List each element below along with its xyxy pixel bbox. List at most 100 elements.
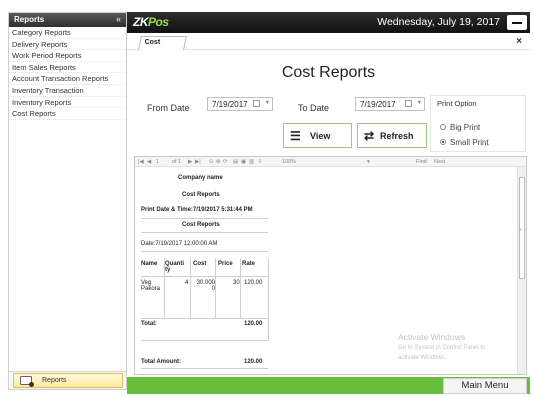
tab-strip: Cost × [127, 33, 530, 50]
prev-page-icon[interactable]: ◀ [147, 159, 151, 165]
table-border [141, 232, 268, 233]
sidebar-item-item-sales-reports[interactable]: Item Sales Reports [9, 62, 126, 74]
total-amount-label: Total Amount: [141, 359, 181, 365]
logo-pos: Pos [148, 15, 169, 29]
refresh-button[interactable]: ⇄ Refresh [357, 123, 427, 148]
table-row-border [141, 340, 268, 341]
big-print-label: Big Print [450, 123, 481, 132]
row-name: Veg Pakora [141, 280, 161, 292]
from-date-picker[interactable]: 7/19/2017 ▾ [207, 97, 273, 111]
next-link[interactable]: Next [434, 159, 445, 165]
watermark-line1: Activate Windows [398, 332, 466, 342]
next-page-icon[interactable]: ▶ [188, 159, 192, 165]
refresh-button-label: Refresh [380, 131, 414, 141]
page-title: Cost Reports [281, 64, 376, 81]
report-company-name: Company name [178, 175, 223, 181]
folder-user-icon [20, 376, 34, 387]
page-number-input[interactable]: 1 [156, 159, 159, 165]
scrollbar-grip-icon: ≡ [519, 227, 522, 233]
report-print-date: Print Date & Time:7/19/2017 5:31:44 PM [141, 207, 253, 213]
sidebar-title: Reports [14, 15, 45, 24]
first-page-icon[interactable]: |◀ [138, 159, 144, 165]
calendar-icon[interactable] [405, 100, 412, 107]
col-cost: Cost [193, 261, 207, 267]
last-page-icon[interactable]: ▶| [195, 159, 201, 165]
page-count: of 1 [172, 159, 182, 165]
total-amount-value: 120.00 [244, 359, 263, 365]
col-price: Price [218, 261, 233, 267]
view-button[interactable]: ☰ View [283, 123, 352, 148]
page-setup-icon[interactable]: ▥ [249, 159, 254, 165]
top-bar: ZKPos Wednesday, July 19, 2017 [127, 12, 530, 33]
row-quantity: 4 [185, 280, 189, 286]
logo-zk: ZK [133, 15, 149, 29]
table-column-border [164, 258, 165, 318]
from-date-label: From Date [147, 103, 190, 113]
app-logo: ZKPos [133, 15, 169, 29]
print-layout-icon[interactable]: ▣ [241, 159, 246, 165]
sidebar-item-delivery-reports[interactable]: Delivery Reports [9, 39, 126, 51]
radio-unchecked-icon [440, 123, 446, 130]
table-column-border [240, 258, 241, 318]
minimize-icon[interactable] [507, 15, 527, 30]
collapse-icon[interactable]: « [116, 14, 121, 24]
col-rate: Rate [242, 261, 256, 267]
total-value: 120.00 [244, 321, 263, 327]
close-icon[interactable]: × [516, 36, 522, 47]
table-row-border [141, 276, 268, 277]
to-date-label: To Date [298, 103, 330, 113]
zoom-select[interactable]: 100% [282, 159, 296, 165]
reports-button[interactable]: Reports [13, 373, 123, 388]
stop-icon[interactable]: ⊗ [216, 159, 221, 165]
total-label: Total: [141, 321, 157, 327]
back-icon[interactable]: ⊙ [209, 159, 214, 165]
table-column-border [190, 258, 191, 318]
reports-button-label: Reports [42, 377, 67, 384]
table-border [141, 218, 268, 219]
table-row-border [141, 318, 268, 319]
sidebar-footer: Reports [9, 371, 126, 389]
table-column-border [268, 258, 269, 340]
refresh-report-icon[interactable]: ⟳ [223, 159, 228, 165]
watermark-line3: activate Windows. [398, 355, 447, 361]
print-option-title: Print Option [437, 99, 477, 108]
row-price: 30 [233, 280, 240, 286]
sidebar-item-category-reports[interactable]: Category Reports [9, 27, 126, 39]
tab-cost[interactable]: Cost [138, 36, 187, 50]
sidebar-item-cost-reports[interactable]: Cost Reports [9, 108, 126, 120]
print-icon[interactable]: ▤ [233, 159, 238, 165]
row-rate: 120.00 [244, 280, 263, 286]
view-button-label: View [310, 131, 331, 141]
vertical-scrollbar[interactable]: ≡ [517, 167, 526, 374]
table-border [141, 251, 268, 252]
current-date: Wednesday, July 19, 2017 [377, 16, 500, 28]
small-print-radio[interactable]: Small Print [440, 138, 489, 147]
chevron-down-icon[interactable]: ▾ [418, 99, 421, 106]
small-print-label: Small Print [450, 138, 489, 147]
sidebar-item-work-period-reports[interactable]: Work Period Reports [9, 50, 126, 62]
export-icon[interactable]: ⇩ [258, 159, 263, 165]
zoom-chevron-icon[interactable]: ▾ [367, 159, 370, 165]
chevron-down-icon[interactable]: ▾ [266, 99, 269, 106]
viewer-toolbar: |◀ ◀ 1 of 1 ▶ ▶| ⊙ ⊗ ⟳ ▤ ▣ ▥ ⇩ 100% ▾ Fi… [135, 157, 526, 167]
activate-windows-watermark: Activate Windows Go to System in Control… [398, 332, 485, 362]
sidebar-item-inventory-transaction[interactable]: Inventory Transaction [9, 85, 126, 97]
col-quantity: Quanti ty [165, 261, 184, 273]
report-name: Cost Reports [182, 192, 220, 198]
radio-checked-icon [440, 138, 446, 145]
find-link[interactable]: Find [416, 159, 427, 165]
sidebar-item-account-transaction-reports[interactable]: Account Transaction Reports [9, 73, 126, 85]
big-print-radio[interactable]: Big Print [440, 123, 480, 132]
tab-cost-label: Cost [144, 39, 161, 46]
bottom-bar: Main Menu [127, 377, 530, 394]
col-name: Name [141, 261, 158, 267]
sidebar: Reports « Category Reports Delivery Repo… [8, 12, 127, 390]
sidebar-header: Reports « [9, 13, 126, 27]
from-date-value: 7/19/2017 [212, 100, 248, 109]
main-menu-button[interactable]: Main Menu [443, 378, 527, 394]
to-date-picker[interactable]: 7/19/2017 ▾ [355, 97, 425, 111]
sidebar-item-inventory-reports[interactable]: Inventory Reports [9, 97, 126, 109]
refresh-icon: ⇄ [364, 129, 375, 143]
calendar-icon[interactable] [253, 100, 260, 107]
table-column-border [215, 258, 216, 318]
